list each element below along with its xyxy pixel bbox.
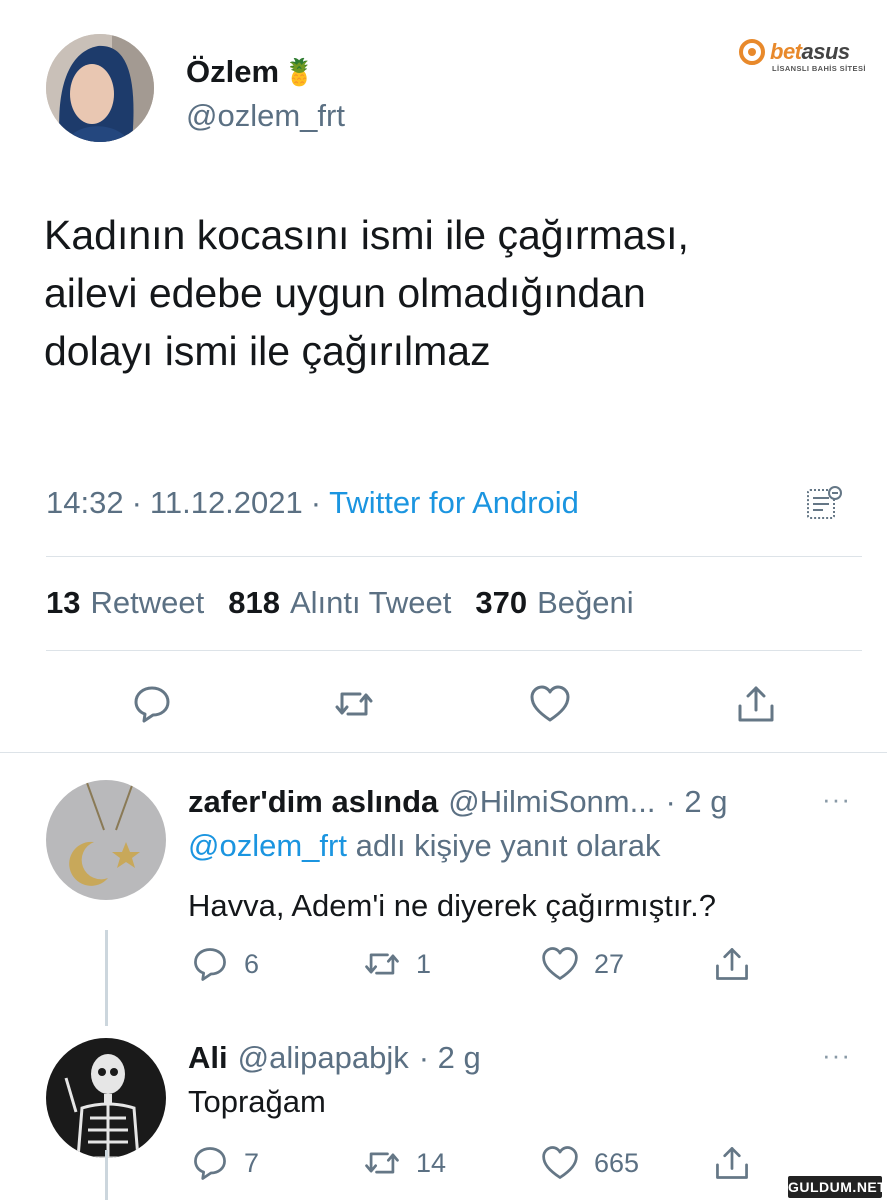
like-count: 27 (594, 948, 625, 979)
reply-icon (194, 948, 226, 981)
share-icon[interactable] (734, 682, 778, 726)
reply-header: zafer'dim aslında @HilmiSonm... · 2 g (188, 784, 728, 820)
tweet-text-line: ailevi edebe uygun olmadığından (44, 270, 646, 316)
reply-author-handle[interactable]: @alipapabjk (238, 1040, 409, 1076)
retweet-icon (365, 953, 399, 975)
share-icon (716, 1147, 748, 1179)
divider (0, 752, 887, 753)
tweet-source[interactable]: Twitter for Android (329, 485, 579, 521)
reply-to-mention[interactable]: @ozlem_frt (188, 828, 347, 863)
tweet-time[interactable]: 14:32 (46, 485, 124, 521)
meta-separator: · (131, 485, 142, 520)
more-icon[interactable]: ··· (822, 1040, 851, 1071)
like-icon[interactable] (528, 682, 572, 726)
reply-action-retweet[interactable]: 14 (362, 1143, 446, 1183)
share-icon (716, 948, 748, 980)
retweet-count: 1 (416, 948, 432, 979)
reply-count: 7 (244, 1147, 260, 1178)
tweet-date[interactable]: 11.12.2021 (150, 485, 303, 521)
reply-action-reply[interactable]: 7 (190, 1143, 259, 1183)
watermark: GULDUM.NET (788, 1176, 886, 1198)
reply-header: Ali @alipapabjk · 2 g (188, 1040, 481, 1076)
reply-action-share[interactable] (712, 944, 752, 984)
like-label[interactable]: Beğeni (537, 585, 634, 621)
reply-time[interactable]: · 2 g (665, 784, 727, 820)
like-icon (542, 1146, 578, 1179)
reply-action-reply[interactable]: 6 (190, 944, 259, 984)
reply-icon[interactable] (130, 682, 174, 726)
author-name-text: Özlem (186, 54, 280, 89)
brand-subtitle: LİSANSLI BAHİS SİTESİ (772, 64, 866, 73)
reply-avatar[interactable] (46, 1038, 166, 1158)
reply-action-like[interactable]: 27 (540, 944, 624, 984)
reply-time[interactable]: · 2 g (419, 1040, 481, 1076)
reply-author-name[interactable]: zafer'dim aslında (188, 784, 438, 820)
like-count[interactable]: 370 (475, 585, 527, 621)
brand-word: betasus (770, 39, 850, 64)
reply-count: 6 (244, 948, 260, 979)
reply-action-share[interactable] (712, 1143, 752, 1183)
reply-text: Toprağam (188, 1084, 326, 1119)
reply-avatar[interactable] (46, 780, 166, 900)
divider (46, 556, 862, 557)
tweet-text-line: Kadının kocasını ismi ile çağırması, (44, 212, 689, 258)
pineapple-icon: 🍍 (283, 56, 316, 87)
divider (46, 650, 862, 651)
tweet-stats: 13 Retweet 818 Alıntı Tweet 370 Beğeni (46, 585, 648, 621)
meta-separator: · (310, 485, 322, 520)
quote-label[interactable]: Alıntı Tweet (290, 585, 451, 621)
reply-author-name[interactable]: Ali (188, 1040, 228, 1076)
tweet-text: Kadının kocasını ismi ile çağırması, ail… (44, 206, 824, 380)
reply-author-handle[interactable]: @HilmiSonm... (448, 784, 655, 820)
author-name[interactable]: Özlem 🍍 (186, 54, 315, 90)
reply-icon (194, 1147, 226, 1180)
tweet-meta: 14:32 · 11.12.2021 · Twitter for Android (46, 485, 579, 521)
retweet-icon (365, 1152, 399, 1174)
reply-to-line: @ozlem_frt adlı kişiye yanıt olarak (188, 828, 661, 864)
brand-circle-icon (739, 39, 765, 65)
thread-connector (105, 1150, 108, 1200)
reply-text: Havva, Adem'i ne diyerek çağırmıştır.? (188, 888, 716, 923)
tweet-text-line: dolayı ismi ile çağırılmaz (44, 328, 491, 374)
author-handle[interactable]: @ozlem_frt (186, 98, 345, 134)
like-icon (542, 947, 578, 980)
retweet-label[interactable]: Retweet (90, 585, 204, 621)
analytics-icon[interactable] (804, 484, 844, 524)
retweet-count[interactable]: 13 (46, 585, 80, 621)
reply-action-like[interactable]: 665 (540, 1143, 639, 1183)
author-avatar[interactable] (46, 34, 154, 142)
reply-to-suffix: adlı kişiye yanıt olarak (355, 828, 661, 863)
quote-count[interactable]: 818 (228, 585, 280, 621)
more-icon[interactable]: ··· (822, 784, 851, 815)
reply-action-retweet[interactable]: 1 (362, 944, 431, 984)
thread-connector (105, 930, 108, 1026)
retweet-icon[interactable] (332, 682, 376, 726)
like-count: 665 (594, 1147, 640, 1178)
brand-logo: betasus LİSANSLI BAHİS SİTESİ (738, 38, 870, 80)
retweet-count: 14 (416, 1147, 447, 1178)
